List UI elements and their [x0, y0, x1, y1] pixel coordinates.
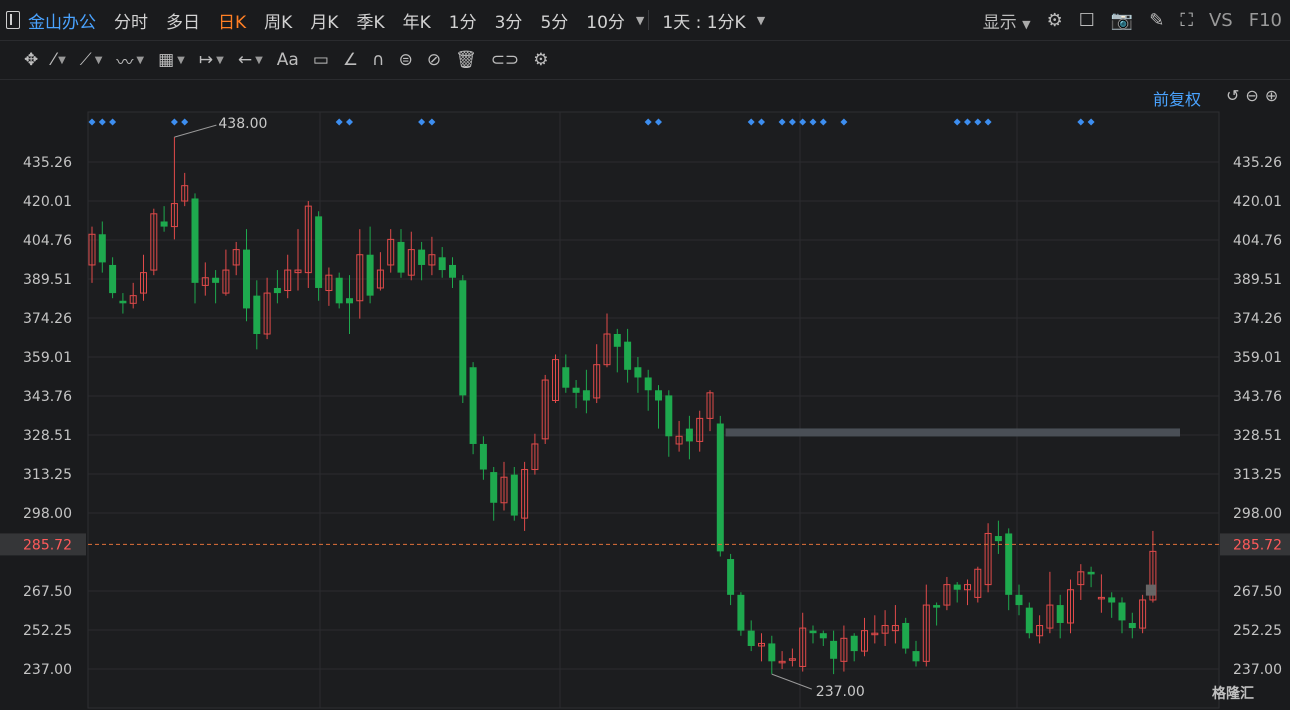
candle-body-down	[1025, 607, 1033, 634]
y-tick-label-right: 404.76	[1233, 233, 1282, 249]
y-tick-label-left: 237.00	[23, 662, 72, 678]
candle-body-down	[479, 443, 487, 470]
y-tick-label-left: 389.51	[23, 272, 72, 288]
resistance-bar	[725, 428, 1180, 437]
y-tick-label-right: 252.25	[1233, 623, 1282, 639]
candle-body-down	[469, 367, 477, 444]
candle-body-down	[809, 630, 817, 634]
current-price-label-left: 285.72	[23, 537, 72, 553]
candle-body-down	[747, 630, 755, 646]
candle-body-down	[98, 234, 106, 263]
y-tick-label-right: 343.76	[1233, 389, 1282, 405]
candle-body-down	[397, 241, 405, 273]
candle-body-down	[850, 635, 858, 652]
y-tick-label-right: 374.26	[1233, 311, 1282, 327]
candle-body-down	[582, 390, 590, 401]
candle-body-down	[902, 622, 910, 649]
candle-body-down	[335, 277, 343, 304]
y-tick-label-left: 252.25	[23, 623, 72, 639]
candle-body-down	[562, 367, 570, 388]
y-tick-label-right: 313.25	[1233, 467, 1282, 483]
candle-body-down	[655, 390, 662, 401]
candle-body-down	[685, 428, 693, 442]
candle-body-down	[1005, 533, 1013, 595]
y-tick-label-right: 237.00	[1233, 662, 1282, 678]
candle-body-down	[953, 584, 961, 590]
candle-body-down	[1108, 597, 1116, 603]
current-candle-marker	[1145, 584, 1156, 596]
candlestick-chart[interactable]: 435.26 435.26 420.01 420.01 404.76 404.76 389.…	[0, 0, 1290, 710]
y-tick-label-left: 404.76	[23, 233, 72, 249]
candle-body-down	[449, 264, 456, 278]
candle-body-down	[613, 334, 621, 347]
y-tick-label-right: 328.51	[1233, 428, 1282, 444]
y-tick-label-right: 267.50	[1233, 584, 1282, 600]
candle-body-down	[490, 472, 498, 503]
y-tick-label-left: 267.50	[23, 584, 72, 600]
y-tick-label-right: 298.00	[1233, 506, 1282, 522]
candle-body-down	[438, 257, 446, 271]
y-tick-label-left: 435.26	[23, 155, 72, 171]
watermark-text: 格隆汇	[1212, 686, 1254, 702]
candle-body-down	[243, 249, 250, 309]
candle-body-down	[665, 395, 673, 437]
candle-body-down	[510, 474, 518, 516]
candle-body-down	[160, 221, 168, 227]
candle-body-down	[572, 387, 580, 393]
candle-body-down	[912, 651, 920, 662]
max-price-label: 438.00	[218, 116, 267, 132]
candle-body-down	[1056, 605, 1064, 623]
candle-body-down	[644, 377, 652, 391]
y-tick-label-left: 328.51	[23, 428, 72, 444]
candle-body-down	[768, 643, 776, 662]
y-tick-label-left: 420.01	[23, 194, 72, 210]
min-price-label: 237.00	[816, 684, 865, 700]
y-tick-label-left: 359.01	[23, 350, 72, 366]
candle-body-down	[119, 300, 127, 304]
candle-body-down	[366, 254, 374, 296]
candle-body-down	[716, 423, 724, 552]
watermark: 格隆汇	[1212, 683, 1254, 703]
candle-body-down	[253, 295, 261, 335]
y-tick-label-left: 313.25	[23, 467, 72, 483]
current-price-label-right: 285.72	[1233, 537, 1282, 553]
candle-body-down	[933, 605, 941, 608]
y-tick-label-left: 374.26	[23, 311, 72, 327]
candle-body-down	[273, 287, 281, 294]
y-tick-label-right: 359.01	[1233, 350, 1282, 366]
candle-body-down	[212, 277, 220, 283]
candle-body-down	[418, 249, 426, 265]
candle-body-down	[459, 280, 467, 396]
candle-body-down	[634, 367, 642, 378]
candle-body-down	[1087, 571, 1095, 575]
candle-body-down	[737, 594, 745, 631]
candle-body-down	[315, 216, 323, 288]
candle-body-down	[109, 264, 117, 294]
y-tick-label-left: 298.00	[23, 506, 72, 522]
candle-body-down	[994, 536, 1002, 542]
candle-body-down	[1128, 622, 1136, 629]
y-tick-label-left: 343.76	[23, 389, 72, 405]
candle-body-down	[346, 298, 353, 304]
y-tick-label-right: 389.51	[1233, 272, 1282, 288]
candle-body-down	[819, 633, 827, 639]
candle-body-down	[830, 640, 838, 659]
y-tick-label-right: 435.26	[1233, 155, 1282, 171]
candle-body-down	[1118, 602, 1126, 621]
candle-body-down	[727, 559, 735, 595]
candle-body-down	[1015, 594, 1023, 606]
candle-body-down	[624, 341, 632, 370]
candle-body-down	[191, 198, 199, 283]
y-tick-label-right: 420.01	[1233, 194, 1282, 210]
